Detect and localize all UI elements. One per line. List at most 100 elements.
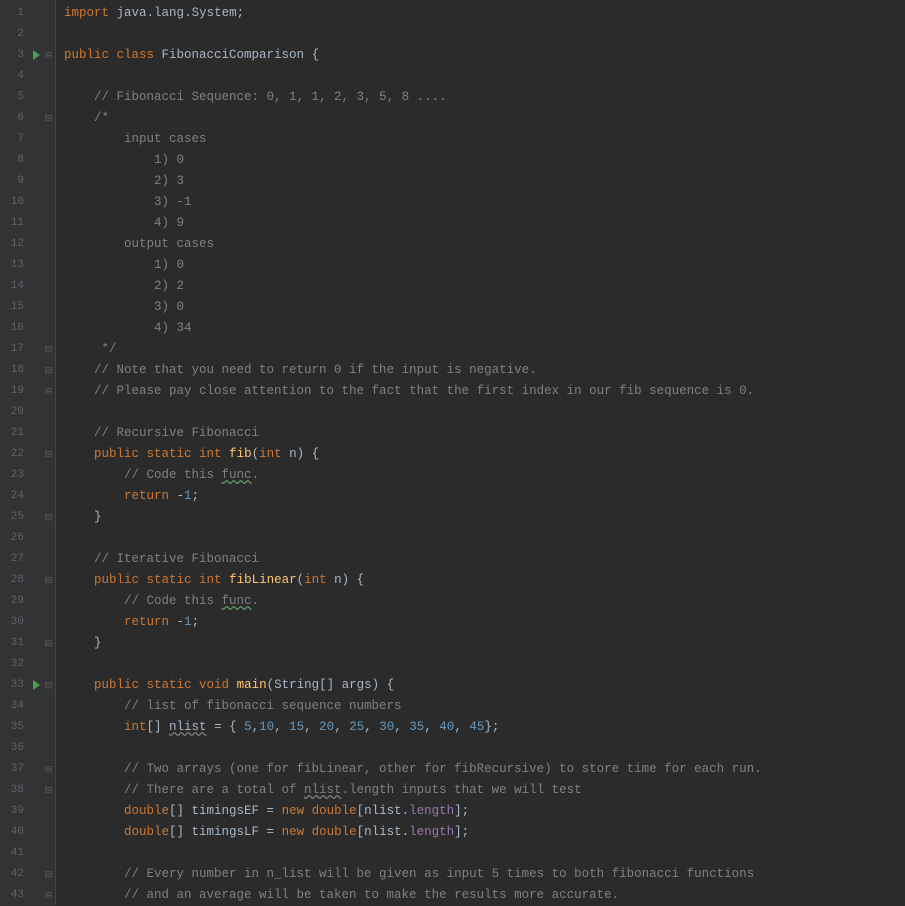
code-line[interactable]: } bbox=[64, 507, 905, 528]
fold-gutter-cell: ⊟ bbox=[42, 675, 55, 696]
fold-gutter-cell bbox=[42, 150, 55, 171]
fold-gutter-cell bbox=[42, 402, 55, 423]
code-line[interactable] bbox=[64, 654, 905, 675]
code-line[interactable]: // Fibonacci Sequence: 0, 1, 1, 2, 3, 5,… bbox=[64, 87, 905, 108]
code-line[interactable]: /* bbox=[64, 108, 905, 129]
code-line[interactable]: } bbox=[64, 633, 905, 654]
fold-close-icon[interactable]: ⊟ bbox=[44, 786, 53, 795]
fold-gutter-cell bbox=[42, 654, 55, 675]
line-number: 36 bbox=[0, 738, 42, 759]
fold-open-icon[interactable]: ⊟ bbox=[44, 765, 53, 774]
line-number: 28 bbox=[0, 570, 42, 591]
fold-open-icon[interactable]: ⊟ bbox=[44, 576, 53, 585]
code-line[interactable]: 1) 0 bbox=[64, 255, 905, 276]
code-line[interactable]: public static void main(String[] args) { bbox=[64, 675, 905, 696]
code-line[interactable]: // and an average will be taken to make … bbox=[64, 885, 905, 906]
code-line[interactable]: // Every number in n_list will be given … bbox=[64, 864, 905, 885]
code-line[interactable]: // There are a total of nlist.length inp… bbox=[64, 780, 905, 801]
fold-open-icon[interactable]: ⊟ bbox=[44, 870, 53, 879]
fold-close-icon[interactable]: ⊟ bbox=[44, 639, 53, 648]
fold-gutter-cell bbox=[42, 843, 55, 864]
fold-gutter-cell bbox=[42, 213, 55, 234]
code-line[interactable] bbox=[64, 24, 905, 45]
fold-gutter-cell bbox=[42, 24, 55, 45]
line-number: 7 bbox=[0, 129, 42, 150]
line-number: 25 bbox=[0, 507, 42, 528]
fold-gutter-cell bbox=[42, 297, 55, 318]
line-number: 27 bbox=[0, 549, 42, 570]
line-number: 29 bbox=[0, 591, 42, 612]
line-number: 3 bbox=[0, 45, 42, 66]
code-line[interactable]: // Note that you need to return 0 if the… bbox=[64, 360, 905, 381]
code-line[interactable]: input cases bbox=[64, 129, 905, 150]
code-line[interactable] bbox=[64, 843, 905, 864]
fold-gutter-cell bbox=[42, 192, 55, 213]
line-number-gutter: 1234567891011121314151617181920212223242… bbox=[0, 0, 42, 905]
code-line[interactable]: // Code this func. bbox=[64, 591, 905, 612]
code-line[interactable]: import java.lang.System; bbox=[64, 3, 905, 24]
fold-gutter-cell: ⊟ bbox=[42, 633, 55, 654]
fold-gutter-cell: ⊟ bbox=[42, 360, 55, 381]
fold-gutter-cell bbox=[42, 465, 55, 486]
code-line[interactable]: return -1; bbox=[64, 486, 905, 507]
line-number: 19 bbox=[0, 381, 42, 402]
code-line[interactable]: public class FibonacciComparison { bbox=[64, 45, 905, 66]
line-number: 41 bbox=[0, 843, 42, 864]
code-line[interactable]: double[] timingsEF = new double[nlist.le… bbox=[64, 801, 905, 822]
line-number: 37 bbox=[0, 759, 42, 780]
code-line[interactable]: public static int fib(int n) { bbox=[64, 444, 905, 465]
fold-gutter-cell: ⊟ bbox=[42, 444, 55, 465]
line-number: 34 bbox=[0, 696, 42, 717]
fold-open-icon[interactable]: ⊟ bbox=[44, 681, 53, 690]
line-number: 1 bbox=[0, 3, 42, 24]
fold-gutter-cell: ⊟ bbox=[42, 885, 55, 906]
code-line[interactable]: */ bbox=[64, 339, 905, 360]
code-line[interactable]: // Iterative Fibonacci bbox=[64, 549, 905, 570]
line-number: 31 bbox=[0, 633, 42, 654]
line-number: 12 bbox=[0, 234, 42, 255]
code-line[interactable]: int[] nlist = { 5,10, 15, 20, 25, 30, 35… bbox=[64, 717, 905, 738]
fold-gutter-cell bbox=[42, 822, 55, 843]
code-line[interactable]: // list of fibonacci sequence numbers bbox=[64, 696, 905, 717]
code-line[interactable]: // Please pay close attention to the fac… bbox=[64, 381, 905, 402]
fold-gutter-cell bbox=[42, 129, 55, 150]
code-line[interactable]: 3) -1 bbox=[64, 192, 905, 213]
line-number: 16 bbox=[0, 318, 42, 339]
fold-gutter-cell bbox=[42, 549, 55, 570]
code-line[interactable]: 4) 9 bbox=[64, 213, 905, 234]
code-line[interactable]: public static int fibLinear(int n) { bbox=[64, 570, 905, 591]
code-line[interactable]: 2) 3 bbox=[64, 171, 905, 192]
fold-open-icon[interactable]: ⊟ bbox=[44, 114, 53, 123]
fold-gutter-cell bbox=[42, 87, 55, 108]
fold-open-icon[interactable]: ⊟ bbox=[44, 51, 53, 60]
code-line[interactable]: double[] timingsLF = new double[nlist.le… bbox=[64, 822, 905, 843]
run-gutter-icon[interactable] bbox=[33, 50, 40, 60]
code-line[interactable] bbox=[64, 738, 905, 759]
code-line[interactable]: 4) 34 bbox=[64, 318, 905, 339]
code-line[interactable]: output cases bbox=[64, 234, 905, 255]
code-line[interactable]: // Two arrays (one for fibLinear, other … bbox=[64, 759, 905, 780]
run-gutter-icon[interactable] bbox=[33, 680, 40, 690]
code-line[interactable] bbox=[64, 66, 905, 87]
fold-close-icon[interactable]: ⊟ bbox=[44, 387, 53, 396]
fold-gutter-cell bbox=[42, 66, 55, 87]
fold-gutter-cell: ⊟ bbox=[42, 45, 55, 66]
code-line[interactable]: // Recursive Fibonacci bbox=[64, 423, 905, 444]
line-number: 32 bbox=[0, 654, 42, 675]
fold-close-icon[interactable]: ⊟ bbox=[44, 891, 53, 900]
fold-open-icon[interactable]: ⊟ bbox=[44, 366, 53, 375]
fold-close-icon[interactable]: ⊟ bbox=[44, 513, 53, 522]
code-line[interactable]: return -1; bbox=[64, 612, 905, 633]
code-line[interactable]: // Code this func. bbox=[64, 465, 905, 486]
fold-gutter-cell bbox=[42, 276, 55, 297]
code-line[interactable]: 2) 2 bbox=[64, 276, 905, 297]
code-line[interactable] bbox=[64, 528, 905, 549]
code-line[interactable]: 1) 0 bbox=[64, 150, 905, 171]
code-line[interactable]: 3) 0 bbox=[64, 297, 905, 318]
fold-open-icon[interactable]: ⊟ bbox=[44, 450, 53, 459]
fold-gutter-cell: ⊟ bbox=[42, 381, 55, 402]
code-line[interactable] bbox=[64, 402, 905, 423]
fold-close-icon[interactable]: ⊟ bbox=[44, 345, 53, 354]
code-area[interactable]: import java.lang.System; public class Fib… bbox=[56, 0, 905, 905]
fold-gutter-cell: ⊟ bbox=[42, 864, 55, 885]
